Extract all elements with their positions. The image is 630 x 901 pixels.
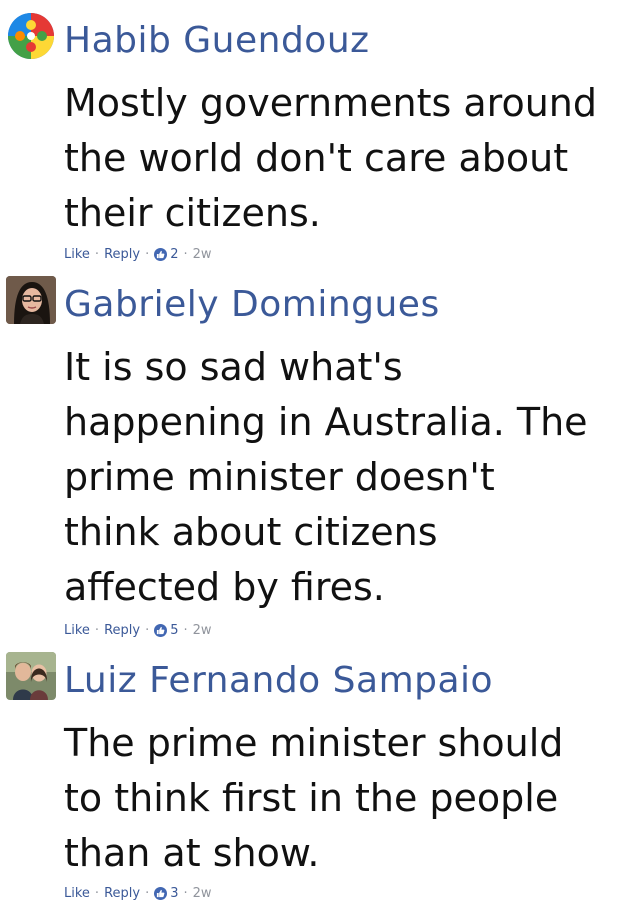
comment-text-line: their citizens. (64, 191, 321, 235)
separator-dot: · (183, 623, 188, 638)
comment-actions: Like · Reply · 5 · 2w (64, 623, 212, 638)
separator-dot: · (145, 247, 150, 262)
thumbs-up-icon[interactable] (154, 624, 168, 637)
reaction-count[interactable]: 3 (170, 886, 178, 901)
user-avatar[interactable] (6, 652, 56, 700)
comment-text-line: prime minister doesn't (64, 455, 495, 499)
comment-timestamp[interactable]: 2w (193, 623, 212, 638)
like-link[interactable]: Like (64, 623, 90, 638)
thumbs-up-icon[interactable] (154, 248, 168, 261)
comment-actions: Like · Reply · 3 · 2w (64, 886, 212, 901)
user-avatar[interactable] (6, 12, 56, 60)
reply-link[interactable]: Reply (104, 623, 140, 638)
woman-glasses-avatar-icon (6, 276, 56, 324)
separator-dot: · (183, 886, 188, 901)
comment-timestamp[interactable]: 2w (193, 886, 212, 901)
reaction-count[interactable]: 2 (170, 247, 178, 262)
separator-dot: · (94, 623, 100, 638)
comment-text-line: affected by fires. (64, 565, 385, 609)
separator-dot: · (94, 247, 100, 262)
comment-text: It is so sad what's happening in Austral… (64, 340, 588, 615)
separator-dot: · (145, 886, 150, 901)
comment-text-line: think about citizens (64, 510, 438, 554)
reply-link[interactable]: Reply (104, 247, 140, 262)
comment-text-line: It is so sad what's (64, 345, 403, 389)
comment-author[interactable]: Gabriely Domingues (64, 284, 440, 325)
like-link[interactable]: Like (64, 886, 90, 901)
reaction-count[interactable]: 5 (170, 623, 178, 638)
comment-text-line: happening in Australia. The (64, 400, 588, 444)
comment-timestamp[interactable]: 2w (193, 247, 212, 262)
comment-text-line: the world don't care about (64, 136, 569, 180)
separator-dot: · (145, 623, 150, 638)
comment-text: Mostly governments around the world don'… (64, 76, 597, 241)
user-avatar[interactable] (6, 276, 56, 324)
thumbs-up-icon[interactable] (154, 887, 168, 900)
comment-text-line: to think first in the people (64, 776, 559, 820)
like-link[interactable]: Like (64, 247, 90, 262)
comment-text-line: Mostly governments around (64, 81, 598, 125)
comment-actions: Like · Reply · 2 · 2w (64, 247, 212, 262)
separator-dot: · (183, 247, 188, 262)
comment-author[interactable]: Luiz Fernando Sampaio (64, 660, 493, 701)
reply-link[interactable]: Reply (104, 886, 140, 901)
separator-dot: · (94, 886, 100, 901)
comment-text-line: than at show. (64, 831, 320, 875)
couple-avatar-icon (6, 652, 56, 700)
comment-text-line: The prime minister should (64, 721, 564, 765)
puzzle-avatar-icon (6, 12, 56, 60)
comment-text: The prime minister should to think first… (64, 716, 563, 881)
comment-author[interactable]: Habib Guendouz (64, 20, 370, 61)
